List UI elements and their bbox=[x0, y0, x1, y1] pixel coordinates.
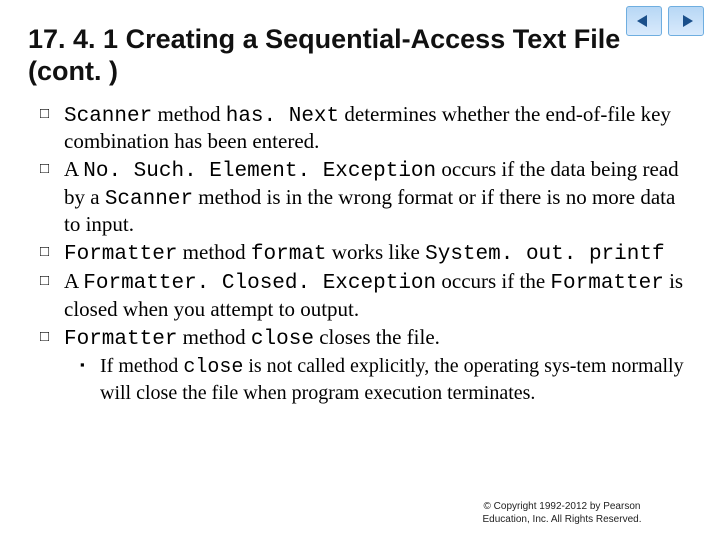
list-item: A Formatter. Closed. Exception occurs if… bbox=[40, 269, 684, 322]
list-item: Formatter method close closes the file. bbox=[40, 325, 684, 353]
arrow-left-icon bbox=[635, 14, 653, 28]
list-item: Formatter method format works like Syste… bbox=[40, 240, 684, 268]
footer-line-2: Education, Inc. All Rights Reserved. bbox=[483, 514, 642, 525]
slide-content: Scanner method has. Next determines whet… bbox=[0, 98, 720, 405]
prev-slide-button[interactable] bbox=[626, 6, 662, 36]
slide-heading: 17. 4. 1 Creating a Sequential-Access Te… bbox=[0, 0, 720, 98]
next-slide-button[interactable] bbox=[668, 6, 704, 36]
list-item: Scanner method has. Next determines whet… bbox=[40, 102, 684, 155]
copyright-footer: © Copyright 1992-2012 by Pearson Educati… bbox=[432, 500, 692, 526]
nav-controls bbox=[626, 6, 704, 36]
arrow-right-icon bbox=[677, 14, 695, 28]
footer-line-1: © Copyright 1992-2012 by Pearson bbox=[484, 501, 641, 512]
sub-list-item: If method close is not called explicitly… bbox=[80, 354, 684, 405]
list-item: A No. Such. Element. Exception occurs if… bbox=[40, 157, 684, 238]
